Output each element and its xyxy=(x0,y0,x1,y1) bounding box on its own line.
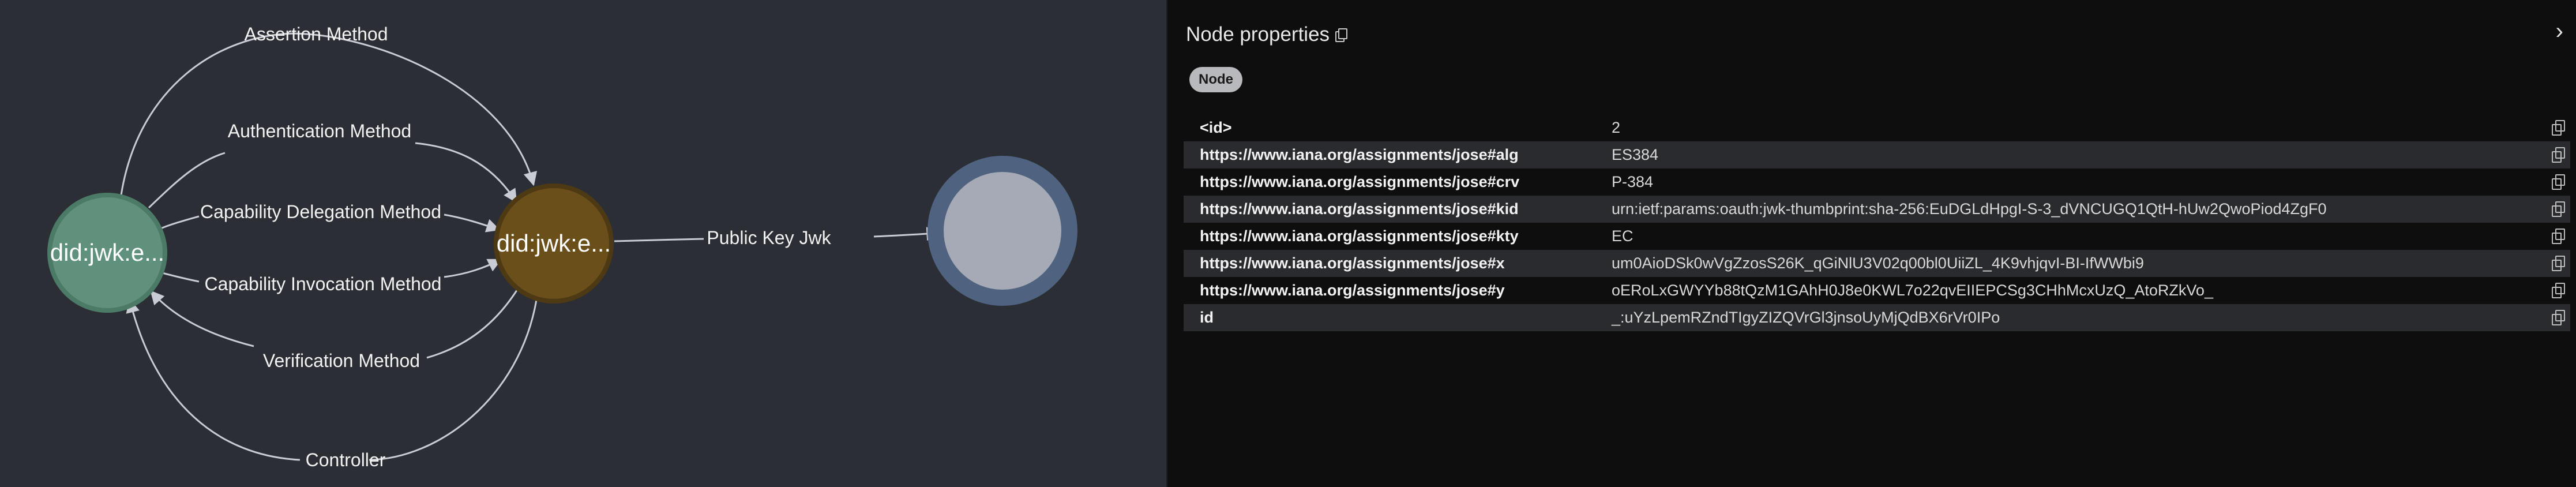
properties-table: <id> 2 https://www.iana.org/assignments/… xyxy=(1184,114,2570,331)
property-value: EC xyxy=(1612,227,1634,245)
property-key: https://www.iana.org/assignments/jose#x xyxy=(1200,254,1505,272)
edge-label-public-key-jwk: Public Key Jwk xyxy=(707,227,831,248)
property-key: https://www.iana.org/assignments/jose#al… xyxy=(1200,146,1519,163)
copy-icon[interactable] xyxy=(2552,201,2565,217)
node-subject-label: did:jwk:e... xyxy=(50,239,164,266)
copy-icon[interactable] xyxy=(2552,310,2565,325)
property-row: https://www.iana.org/assignments/jose#cr… xyxy=(1184,168,2570,196)
property-row: id _:uYzLpemRZndTIgyZIZQVrGl3jnsoUyMjQdB… xyxy=(1184,304,2570,331)
edge-verification-method[interactable] xyxy=(151,289,519,359)
edge-label-controller: Controller xyxy=(306,449,386,470)
node-subject[interactable]: did:jwk:e... xyxy=(47,193,167,313)
node-key[interactable]: did:jwk:e... xyxy=(494,183,614,304)
property-row: <id> 2 xyxy=(1184,114,2570,141)
graph-canvas[interactable]: Assertion Method Authentication Method C… xyxy=(0,0,1166,487)
property-key: https://www.iana.org/assignments/jose#ki… xyxy=(1200,200,1519,218)
edge-label-authentication-method: Authentication Method xyxy=(228,121,411,141)
copy-icon[interactable] xyxy=(2552,174,2565,190)
edge-authentication-method[interactable] xyxy=(148,142,516,208)
edge-controller[interactable] xyxy=(130,300,538,461)
node-properties-panel: Node properties › Node <id> 2 https://ww… xyxy=(1166,0,2576,487)
edge-label-verification-method: Verification Method xyxy=(263,350,420,371)
property-value: P-384 xyxy=(1612,173,1654,190)
panel-header: Node properties xyxy=(1186,23,1348,46)
property-key: https://www.iana.org/assignments/jose#y xyxy=(1200,282,1505,299)
property-key: https://www.iana.org/assignments/jose#cr… xyxy=(1200,173,1520,190)
copy-icon[interactable] xyxy=(2552,283,2565,298)
copy-icon[interactable] xyxy=(2552,228,2565,244)
property-key: https://www.iana.org/assignments/jose#kt… xyxy=(1200,227,1519,245)
chevron-right-icon[interactable]: › xyxy=(2556,20,2563,43)
edge-label-assertion-method: Assertion Method xyxy=(244,24,388,44)
edge-label-capability-delegation: Capability Delegation Method xyxy=(200,201,441,222)
edge-label-capability-invocation: Capability Invocation Method xyxy=(205,274,442,294)
property-row: https://www.iana.org/assignments/jose#kt… xyxy=(1184,223,2570,250)
property-value: oERoLxGWYYb88tQzM1GAhH0J8e0KWL7o22qvEIIE… xyxy=(1612,282,2213,299)
node-label-badge[interactable]: Node xyxy=(1189,67,1242,92)
property-key: <id> xyxy=(1200,119,1232,136)
copy-icon[interactable] xyxy=(2552,120,2565,136)
property-row: https://www.iana.org/assignments/jose#al… xyxy=(1184,141,2570,168)
copy-icon[interactable] xyxy=(2552,256,2565,271)
property-row: https://www.iana.org/assignments/jose#ki… xyxy=(1184,196,2570,223)
copy-icon[interactable] xyxy=(2552,147,2565,163)
copy-icon[interactable] xyxy=(1335,28,1348,42)
property-row: https://www.iana.org/assignments/jose#y … xyxy=(1184,277,2570,304)
node-blank-selected[interactable] xyxy=(927,156,1077,306)
property-row: https://www.iana.org/assignments/jose#x … xyxy=(1184,250,2570,277)
property-value: ES384 xyxy=(1612,146,1659,163)
panel-title: Node properties xyxy=(1186,23,1330,46)
property-key: id xyxy=(1200,309,1214,326)
property-value: um0AioDSk0wVgZzosS26K_qGiNlU3V02q00bl0Ui… xyxy=(1612,254,2144,272)
node-key-label: did:jwk:e... xyxy=(497,230,611,257)
property-value: 2 xyxy=(1612,119,1621,136)
graph-svg[interactable]: Assertion Method Authentication Method C… xyxy=(0,0,1166,487)
property-value: urn:ietf:params:oauth:jwk-thumbprint:sha… xyxy=(1612,200,2327,218)
property-value: _:uYzLpemRZndTIgyZIZQVrGl3jnsoUyMjQdBX6r… xyxy=(1612,309,2000,326)
edge-assertion-method[interactable] xyxy=(120,32,538,196)
